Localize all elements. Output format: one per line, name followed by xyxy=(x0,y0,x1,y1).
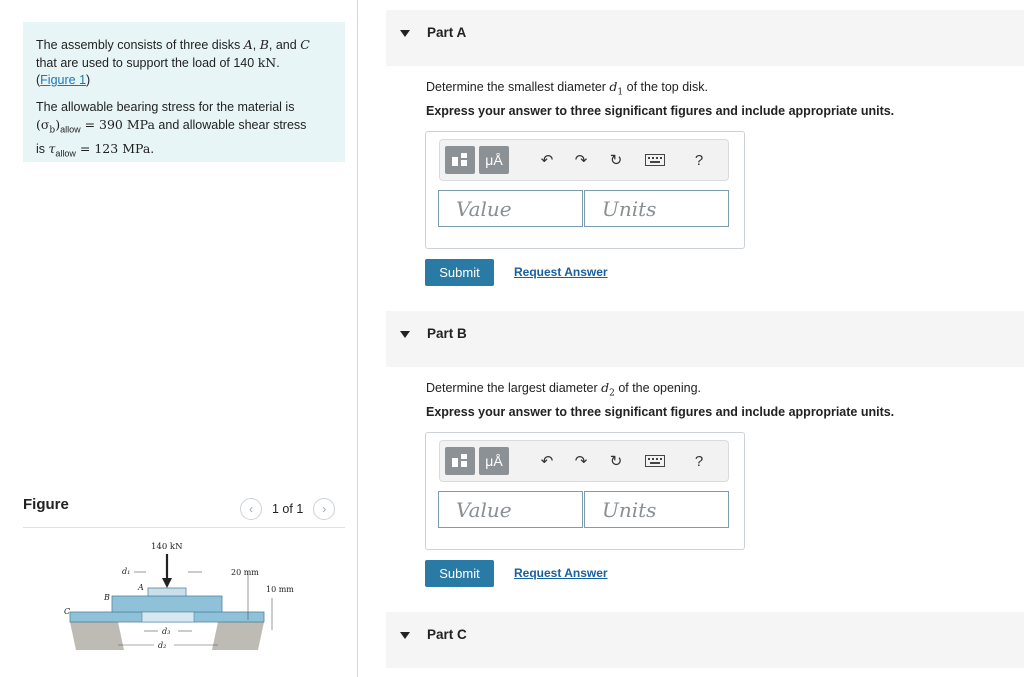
assembly-figure: 140 kN d₁ 20 mm 10 mm A B C d₃ d₂ xyxy=(64,542,294,650)
problem-paragraph-1: The assembly consists of three disks A , … xyxy=(36,36,333,89)
d1-label: d₁ xyxy=(122,567,130,576)
part-b-submit-button[interactable]: Submit xyxy=(425,560,494,587)
keyboard-icon[interactable] xyxy=(644,450,666,472)
chevron-left-icon[interactable]: ‹ xyxy=(240,498,262,520)
load-unit: kN xyxy=(257,55,277,70)
left-support xyxy=(70,622,124,650)
part-a-submit-button[interactable]: Submit xyxy=(425,259,494,286)
question-text: of the top disk. xyxy=(623,80,708,94)
keyboard-icon[interactable] xyxy=(644,149,666,171)
load-label: 140 kN xyxy=(151,542,183,552)
load-arrow-icon xyxy=(162,578,172,588)
part-b-question: Determine the largest diameter d2 of the… xyxy=(426,380,701,399)
sigma-symbol: (σ xyxy=(36,117,50,132)
chevron-right-icon[interactable]: › xyxy=(313,498,336,520)
dim-10mm: 10 mm xyxy=(266,585,294,594)
question-text: of the opening. xyxy=(614,381,702,395)
disk-a xyxy=(147,587,187,597)
problem-text: The allowable bearing stress for the mat… xyxy=(36,100,295,114)
reset-icon[interactable]: ↻ xyxy=(605,149,627,171)
problem-text: and allowable shear stress xyxy=(154,118,307,132)
label-b: B xyxy=(103,593,110,602)
paren: ) xyxy=(86,73,91,87)
help-button[interactable]: ? xyxy=(688,149,710,171)
subscript: allow xyxy=(60,124,81,135)
part-b-answer-box: μÅ ↶ ↷ ↻ ? Value Units xyxy=(425,432,745,550)
subscript: allow xyxy=(55,148,76,158)
part-c-label: Part C xyxy=(427,627,467,642)
part-b-instruction: Express your answer to three significant… xyxy=(426,405,895,419)
question-text: Determine the smallest diameter xyxy=(426,80,610,94)
figure-divider xyxy=(23,527,345,528)
bearing-stress-expression: (σb)allow = 390 MPa xyxy=(36,117,155,136)
variable-d: d xyxy=(601,380,610,395)
part-a-label: Part A xyxy=(427,25,467,40)
d3-label: d₃ xyxy=(162,627,170,636)
part-a-instruction: Express your answer to three significant… xyxy=(426,104,895,118)
problem-text: . xyxy=(276,56,280,70)
disk-c-label: C xyxy=(300,37,310,52)
problem-statement: The assembly consists of three disks A , … xyxy=(23,22,345,162)
template-button[interactable] xyxy=(445,146,475,174)
figure-pager: ‹ 1 of 1 › xyxy=(240,498,336,520)
problem-text: , xyxy=(252,38,260,52)
figure-link[interactable]: Figure 1 xyxy=(40,73,86,87)
bearing-stress-value: = 390 MPa xyxy=(80,117,155,132)
units-input[interactable]: Units xyxy=(584,190,729,227)
value-input[interactable]: Value xyxy=(438,190,583,227)
d2-label: d₂ xyxy=(158,641,166,650)
problem-text: that are used to support the load of 140 xyxy=(36,56,258,70)
undo-icon[interactable]: ↶ xyxy=(536,149,558,171)
part-a-header[interactable]: Part A xyxy=(386,10,1024,66)
dim-20mm: 20 mm xyxy=(231,568,259,577)
figure-title: Figure xyxy=(23,496,69,513)
units-button[interactable]: μÅ xyxy=(479,146,509,174)
value-input[interactable]: Value xyxy=(438,491,583,528)
collapse-triangle-icon[interactable] xyxy=(400,331,410,338)
help-button[interactable]: ? xyxy=(688,450,710,472)
part-b-label: Part B xyxy=(427,326,467,341)
reset-icon[interactable]: ↻ xyxy=(605,450,627,472)
math-toolbar: μÅ ↶ ↷ ↻ ? xyxy=(439,440,729,482)
part-a-answer-box: μÅ ↶ ↷ ↻ ? Value Units xyxy=(425,131,745,249)
redo-icon[interactable]: ↷ xyxy=(570,450,592,472)
problem-text: , and xyxy=(268,38,301,52)
label-a: A xyxy=(137,583,144,592)
disk-b xyxy=(111,595,223,613)
panel-divider xyxy=(357,0,358,677)
part-c-header[interactable]: Part C xyxy=(386,612,1024,668)
disk-c-opening xyxy=(141,611,195,623)
shear-stress-expression: τallow = 123 MPa. xyxy=(49,140,155,159)
right-support xyxy=(212,622,264,650)
undo-icon[interactable]: ↶ xyxy=(536,450,558,472)
pager-count: 1 of 1 xyxy=(272,502,304,516)
collapse-triangle-icon[interactable] xyxy=(400,30,410,37)
problem-text: The assembly consists of three disks xyxy=(36,38,244,52)
question-text: Determine the largest diameter xyxy=(426,381,602,395)
part-b-request-answer-link[interactable]: Request Answer xyxy=(514,566,608,580)
redo-icon[interactable]: ↷ xyxy=(570,149,592,171)
template-button[interactable] xyxy=(445,447,475,475)
part-a-request-answer-link[interactable]: Request Answer xyxy=(514,265,608,279)
label-c: C xyxy=(64,607,70,616)
units-input[interactable]: Units xyxy=(584,491,729,528)
units-button[interactable]: μÅ xyxy=(479,447,509,475)
part-b-header[interactable]: Part B xyxy=(386,311,1024,367)
disk-b-label: B xyxy=(259,37,269,52)
collapse-triangle-icon[interactable] xyxy=(400,632,410,639)
math-toolbar: μÅ ↶ ↷ ↻ ? xyxy=(439,139,729,181)
shear-stress-value: = 123 MPa. xyxy=(75,140,155,156)
problem-text: is xyxy=(36,141,49,156)
problem-paragraph-2: The allowable bearing stress for the mat… xyxy=(36,99,333,162)
part-a-question: Determine the smallest diameter d1 of th… xyxy=(426,79,708,98)
disk-a-label: A xyxy=(243,37,253,52)
